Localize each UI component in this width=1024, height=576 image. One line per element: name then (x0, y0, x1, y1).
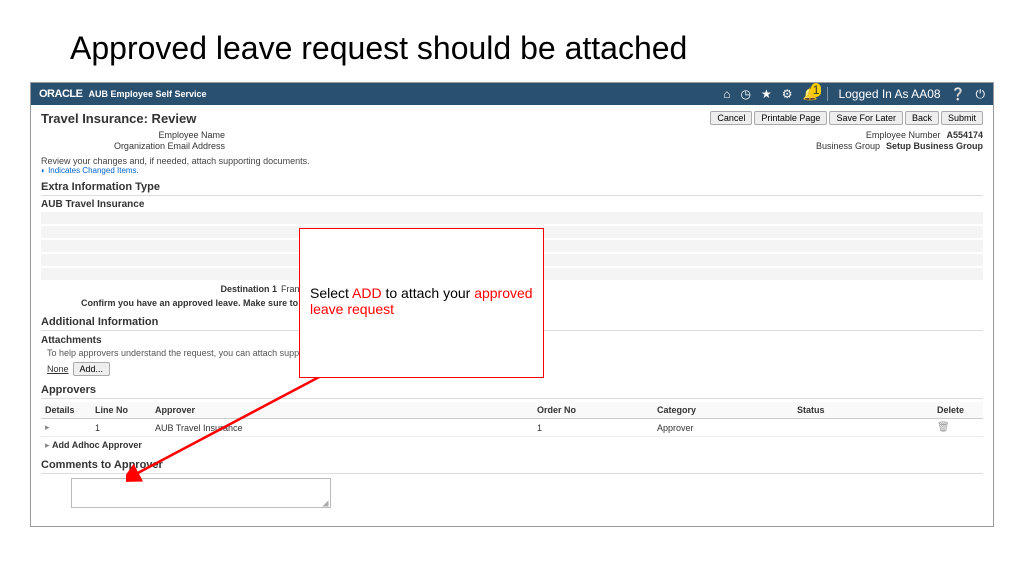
cell-category: Approver (653, 419, 793, 437)
cell-line: 1 (91, 419, 151, 437)
indicates-changed: Indicates Changed Items. (41, 166, 983, 175)
review-instructions: Review your changes and, if needed, atta… (41, 156, 983, 166)
employee-info: Employee Name Organization Email Address… (41, 130, 983, 152)
emp-number-value: A554174 (946, 130, 983, 140)
attachments-none-link[interactable]: None (47, 364, 69, 374)
clock-icon[interactable]: ◷ (740, 87, 750, 101)
approvers-table: Details Line No Approver Order No Catego… (41, 402, 983, 437)
app-name: AUB Employee Self Service (88, 89, 206, 99)
comments-heading: Comments to Approver (41, 459, 983, 474)
col-line: Line No (91, 402, 151, 419)
emp-number-label: Employee Number (866, 130, 947, 140)
action-buttons: Cancel Printable Page Save For Later Bac… (710, 111, 983, 125)
add-attachment-button[interactable]: Add... (73, 362, 111, 376)
oracle-header: ORACLE AUB Employee Self Service ⌂ ◷ ★ ⚙… (31, 83, 993, 105)
destination-label: Destination 1 (41, 284, 281, 294)
cell-order: 1 (533, 419, 653, 437)
expand-icon[interactable]: ▸ (45, 422, 50, 432)
submit-button[interactable]: Submit (941, 111, 983, 125)
slide-title: Approved leave request should be attache… (0, 0, 1024, 82)
cell-approver: AUB Travel Insurance (151, 419, 533, 437)
bell-icon[interactable]: 🔔1 (803, 87, 818, 101)
back-button[interactable]: Back (905, 111, 939, 125)
emp-group-label: Business Group (816, 141, 886, 151)
cancel-button[interactable]: Cancel (710, 111, 752, 125)
table-row: ▸ 1 AUB Travel Insurance 1 Approver 🗑 (41, 419, 983, 437)
notification-badge: 1 (811, 83, 822, 97)
help-icon[interactable]: ❔ (951, 87, 966, 101)
comments-textarea[interactable] (71, 478, 331, 508)
power-icon[interactable]: ⏻ (976, 87, 986, 102)
col-approver: Approver (151, 402, 533, 419)
emp-group-value: Setup Business Group (886, 141, 983, 151)
printable-button[interactable]: Printable Page (754, 111, 827, 125)
star-icon[interactable]: ★ (761, 87, 772, 101)
col-status: Status (793, 402, 933, 419)
emp-email-label: Organization Email Address (41, 141, 231, 151)
delete-icon[interactable]: 🗑 (937, 422, 950, 433)
col-details: Details (41, 402, 91, 419)
home-icon[interactable]: ⌂ (723, 87, 730, 101)
page-title: Travel Insurance: Review (41, 111, 196, 126)
aub-travel-heading: AUB Travel Insurance (41, 199, 983, 210)
col-order: Order No (533, 402, 653, 419)
extra-info-heading: Extra Information Type (41, 181, 983, 196)
instruction-callout: Select ADD to attach your approved leave… (299, 228, 544, 378)
app-frame: ORACLE AUB Employee Self Service ⌂ ◷ ★ ⚙… (30, 82, 994, 527)
header-icons: ⌂ ◷ ★ ⚙ 🔔1 Logged In As AA08 ❔ ⏻ (723, 87, 985, 102)
oracle-logo: ORACLE (39, 88, 82, 100)
save-button[interactable]: Save For Later (829, 111, 903, 125)
col-category: Category (653, 402, 793, 419)
add-adhoc-approver[interactable]: Add Adhoc Approver (45, 440, 983, 451)
logged-in-text: Logged In As AA08 (838, 87, 940, 101)
cell-status (793, 419, 933, 437)
emp-name-label: Employee Name (41, 130, 231, 140)
col-delete: Delete (933, 402, 983, 419)
gear-icon[interactable]: ⚙ (782, 87, 793, 101)
approvers-heading: Approvers (41, 384, 983, 399)
